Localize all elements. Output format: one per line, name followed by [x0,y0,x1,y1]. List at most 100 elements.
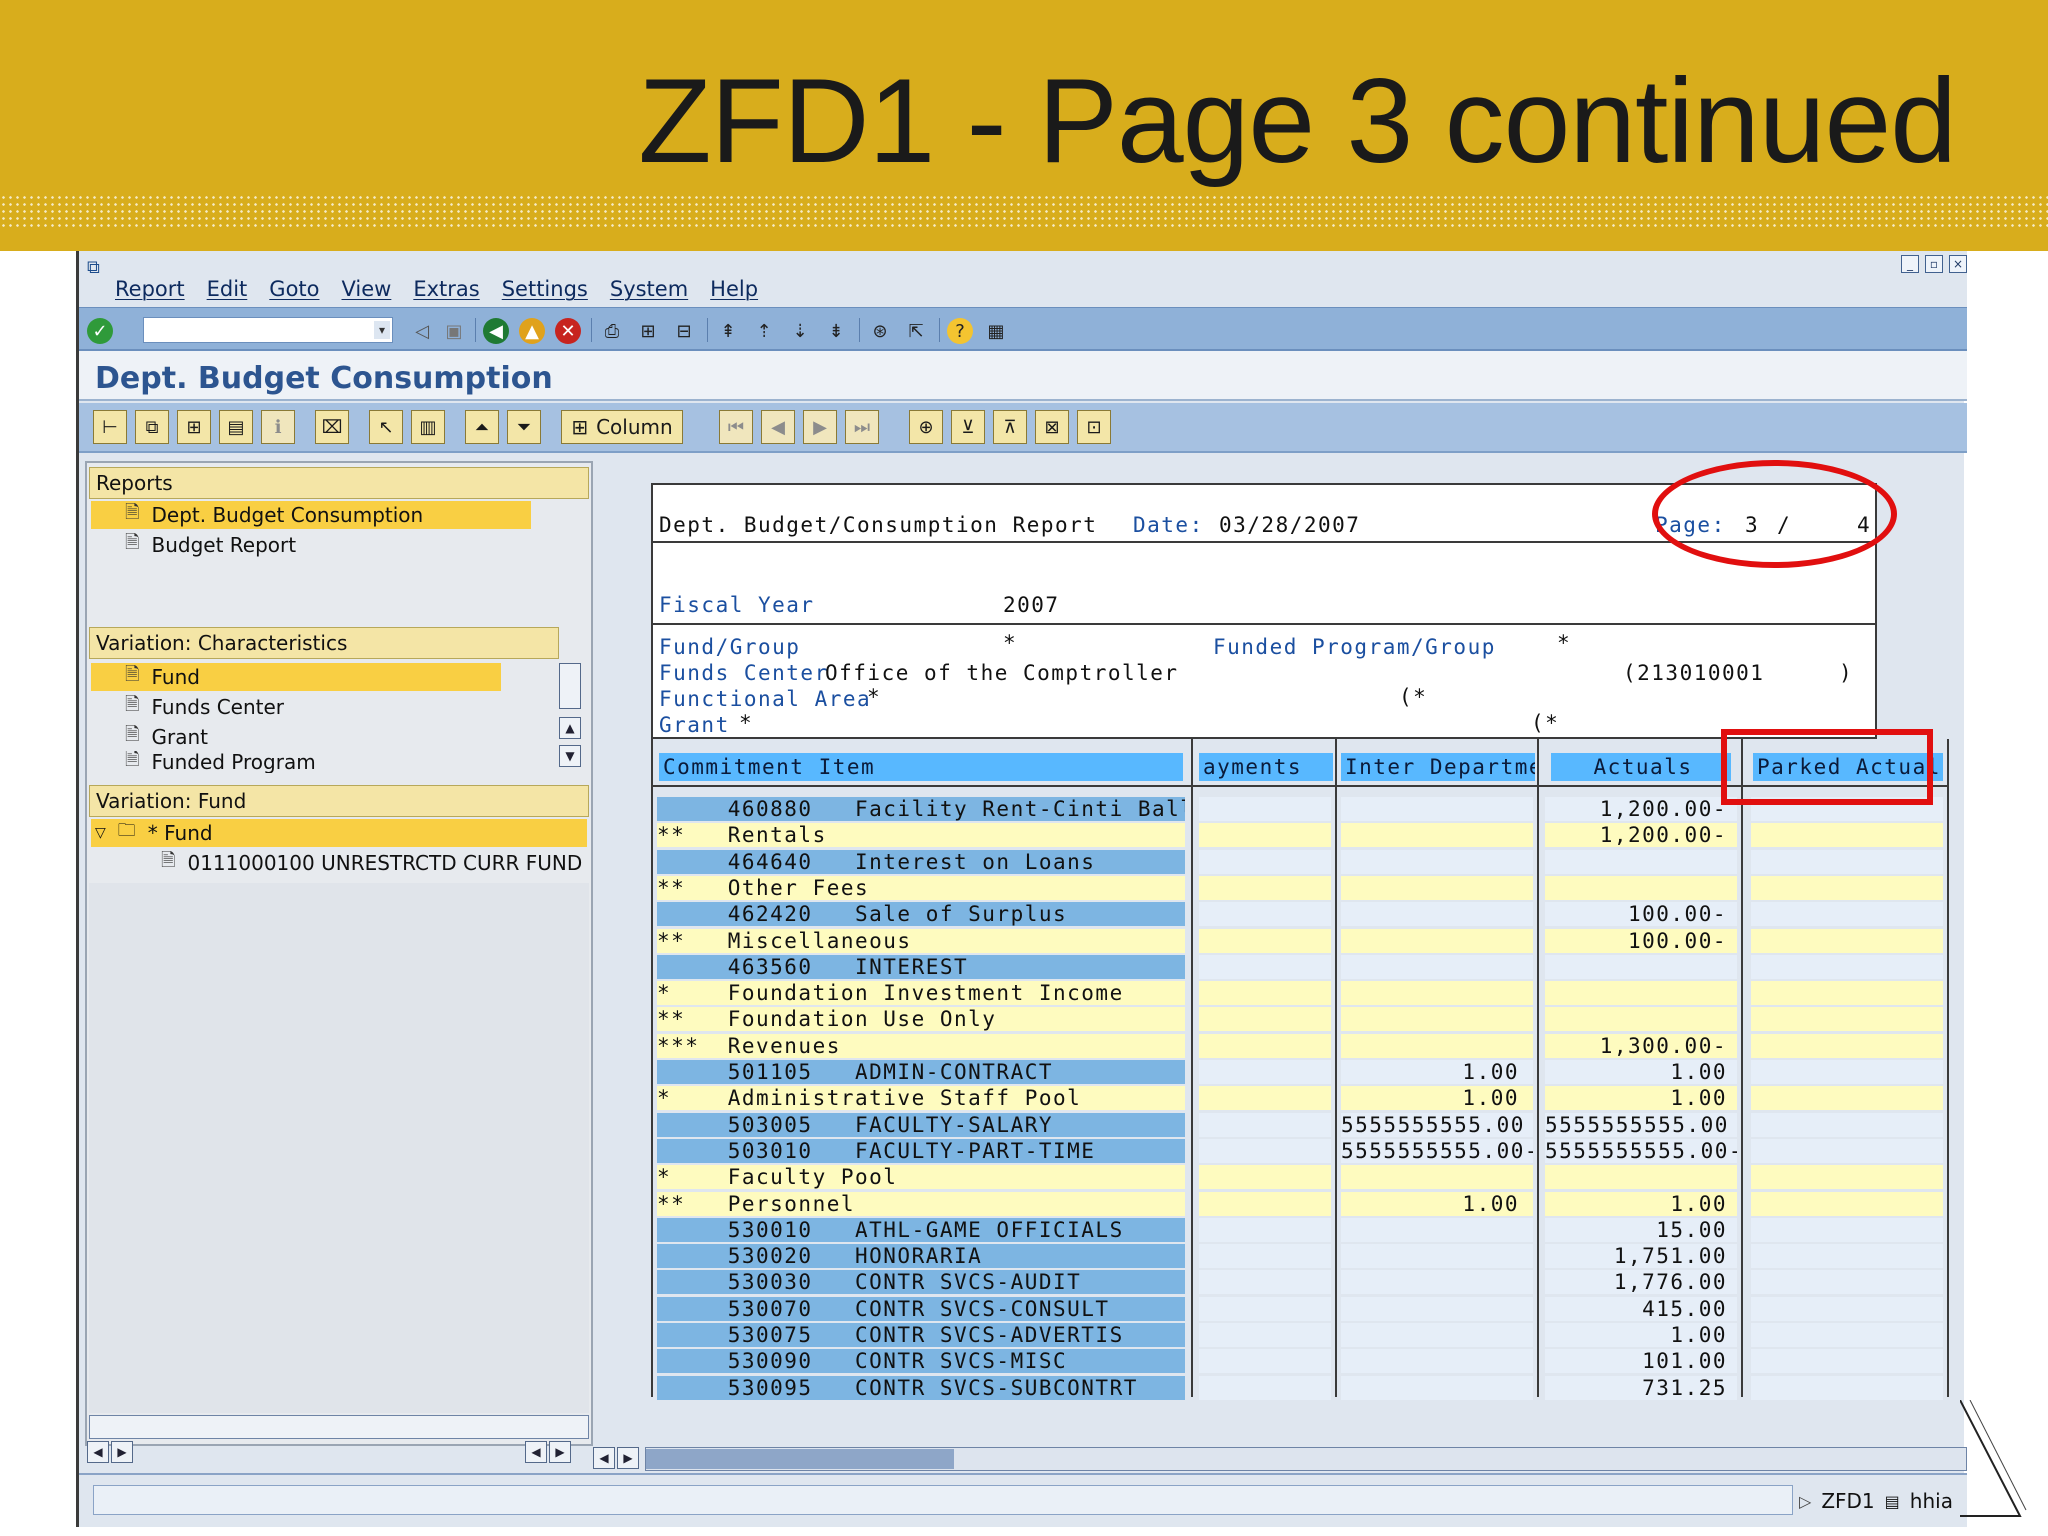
menu-item-goto[interactable]: Goto [269,277,319,301]
last-page-icon[interactable]: ⇟ [823,318,849,344]
table-row[interactable]: 530090 CONTR SVCS-MISC 101.00 [651,1349,1997,1375]
report-scroll-right-icon[interactable]: ▶ [617,1447,639,1469]
close-window-icon[interactable]: × [1949,255,1967,273]
menu-item-settings[interactable]: Settings [502,277,588,301]
nav-report-dept-budget[interactable]: 🗎 Dept. Budget Consumption [91,501,531,529]
collapse-level-icon[interactable]: ⊡ [1077,410,1111,444]
nav-scroll-left2-icon[interactable]: ◀ [525,1441,547,1463]
filter-icon[interactable]: ⏷ [507,410,541,444]
find-icon[interactable]: ⊞ [635,318,661,344]
server-list-icon[interactable]: ▤ [1885,1492,1900,1511]
command-history-icon[interactable]: ▾ [374,321,390,339]
table-row[interactable]: *** Revenues 1,300.00- [651,1033,1997,1060]
table-row[interactable]: ** Personnel 1.00 1.00 [651,1191,1997,1218]
navigation-horizontal-scrollbar[interactable] [89,1415,589,1439]
table-row[interactable]: * Faculty Pool [651,1165,1997,1191]
collapse-tree-icon[interactable]: ⊼ [993,410,1027,444]
menu-corner-icon[interactable]: ⧉ [87,257,100,278]
nav-scroll-right2-icon[interactable]: ▶ [549,1441,571,1463]
table-row[interactable]: 530030 CONTR SVCS-AUDIT 1,776.00 [651,1270,1997,1296]
save-icon[interactable]: ▣ [441,318,467,344]
nav-char-funded-program[interactable]: 🗎 Funded Program [91,751,316,773]
scroll-down-icon[interactable]: ▼ [559,745,581,767]
first-column-icon[interactable]: ⏮ [719,410,753,444]
print-icon[interactable]: ⎙ [599,318,625,344]
table-row[interactable]: ** Miscellaneous 100.00- [651,928,1997,955]
table-row[interactable]: 530070 CONTR SVCS-CONSULT 415.00 [651,1296,1997,1323]
collapse-triangle-icon[interactable]: ▽ [95,825,106,841]
select-pointer-icon[interactable]: ↖ [369,410,403,444]
scroll-up-icon[interactable]: ▲ [559,717,581,739]
cancel-icon[interactable]: ✕ [555,318,581,344]
nav-char-grant[interactable]: 🗎 Grant [91,723,208,751]
table-row[interactable]: ** Foundation Use Only [651,1007,1997,1033]
table-row[interactable]: ** Other Fees [651,875,1997,902]
nav-scroll-left-icon[interactable]: ◀ [87,1441,109,1463]
drilldown-icon[interactable]: ⊞ [177,410,211,444]
maximize-icon[interactable]: ▫ [1925,255,1943,273]
previous-page-icon[interactable]: ⇡ [751,318,777,344]
menu-item-view[interactable]: View [342,277,392,301]
menu-item-extras[interactable]: Extras [413,277,479,301]
command-field[interactable]: ▾ [143,317,393,343]
help-icon[interactable]: ? [947,318,973,344]
table-row[interactable]: 530095 CONTR SVCS-SUBCONTRT 731.25 [651,1375,1997,1402]
info-icon[interactable]: ℹ [261,410,295,444]
enter-check-icon[interactable]: ✓ [87,318,113,344]
nav-char-funds-center[interactable]: 🗎 Funds Center [91,693,284,721]
back-icon[interactable]: ◀ [483,318,509,344]
nav-char-fund[interactable]: 🗎 Fund [91,663,501,691]
column-header-inter-department[interactable]: Inter Departme [1341,753,1535,781]
next-page-icon[interactable]: ⇣ [787,318,813,344]
column-button[interactable]: ⊞ Column [561,410,683,444]
table-row[interactable]: 463560 INTEREST [651,954,1997,981]
table-row[interactable]: 503010 FACULTY-PART-TIME 5555555555.00- 55… [651,1138,1997,1165]
navigation-on-off-icon[interactable]: ⊢ [93,410,127,444]
table-row[interactable]: 501105 ADMIN-CONTRACT 1.00 1.00 [651,1060,1997,1086]
report-horizontal-scrollbar[interactable] [645,1447,1967,1471]
table-row[interactable]: 530020 HONORARIA 1,751.00 [651,1244,1997,1270]
report-scroll-left-icon[interactable]: ◀ [593,1447,615,1469]
next-column-icon[interactable]: ▶ [803,410,837,444]
table-icon[interactable]: ▤ [219,410,253,444]
select-layout-icon[interactable]: ⧉ [135,410,169,444]
table-row[interactable]: ** Rentals 1,200.00- [651,823,1997,849]
menu-item-help[interactable]: Help [710,277,758,301]
sort-up-icon[interactable]: ⏶ [465,410,499,444]
column-header-payments[interactable]: ayments [1199,753,1333,781]
column-header-actuals[interactable]: Actuals [1551,753,1731,781]
nav-fund-node[interactable]: ▽ 🗀 * Fund [91,819,587,847]
menu-item-edit[interactable]: Edit [207,277,248,301]
first-page-icon[interactable]: ⇞ [715,318,741,344]
create-session-icon[interactable]: ⊛ [867,318,893,344]
table-row[interactable]: 464640 Interest on Loans [651,849,1997,876]
nav-report-budget[interactable]: 🗎 Budget Report [91,531,296,559]
report-scroll-thumb[interactable] [646,1449,954,1469]
table-row[interactable]: 530010 ATHL-GAME OFFICIALS 15.00 [651,1217,1997,1244]
char-scrollbar-thumb[interactable] [559,663,581,709]
hierarchy-icon[interactable]: ⊕ [909,410,943,444]
back-triangle-icon[interactable]: ◁ [409,318,435,344]
expand-level-icon[interactable]: ⊠ [1035,410,1069,444]
table-row[interactable]: * Foundation Investment Income [651,981,1997,1007]
last-column-icon[interactable]: ⏭ [845,410,879,444]
table-row[interactable]: 503005 FACULTY-SALARY 5555555555.00 555555… [651,1112,1997,1139]
exit-icon[interactable]: ▲ [519,318,545,344]
menu-item-system[interactable]: System [610,277,688,301]
status-toggle-icon[interactable]: ▷ [1799,1492,1811,1511]
menu-item-report[interactable]: Report [115,277,185,301]
nav-scroll-right-icon[interactable]: ▶ [111,1441,133,1463]
nav-fund-child[interactable]: 🗎 0111000100 UNRESTRCTD CURR FUND [91,849,582,877]
excel-export-icon[interactable]: ⌧ [315,410,349,444]
table-row[interactable]: 530075 CONTR SVCS-ADVERTIS 1.00 [651,1323,1997,1349]
table-row[interactable]: * Administrative Staff Pool 1.00 1.00 [651,1086,1997,1112]
table-row[interactable]: 462420 Sale of Surplus 100.00- [651,902,1997,928]
column-header-commitment-item[interactable]: Commitment Item [659,753,1183,781]
shortcut-icon[interactable]: ⇱ [903,318,929,344]
find-next-icon[interactable]: ⊟ [671,318,697,344]
columns-icon[interactable]: ▥ [411,410,445,444]
previous-column-icon[interactable]: ◀ [761,410,795,444]
layout-menu-icon[interactable]: ▦ [983,318,1009,344]
minimize-icon[interactable]: _ [1901,255,1919,273]
expand-tree-icon[interactable]: ⊻ [951,410,985,444]
